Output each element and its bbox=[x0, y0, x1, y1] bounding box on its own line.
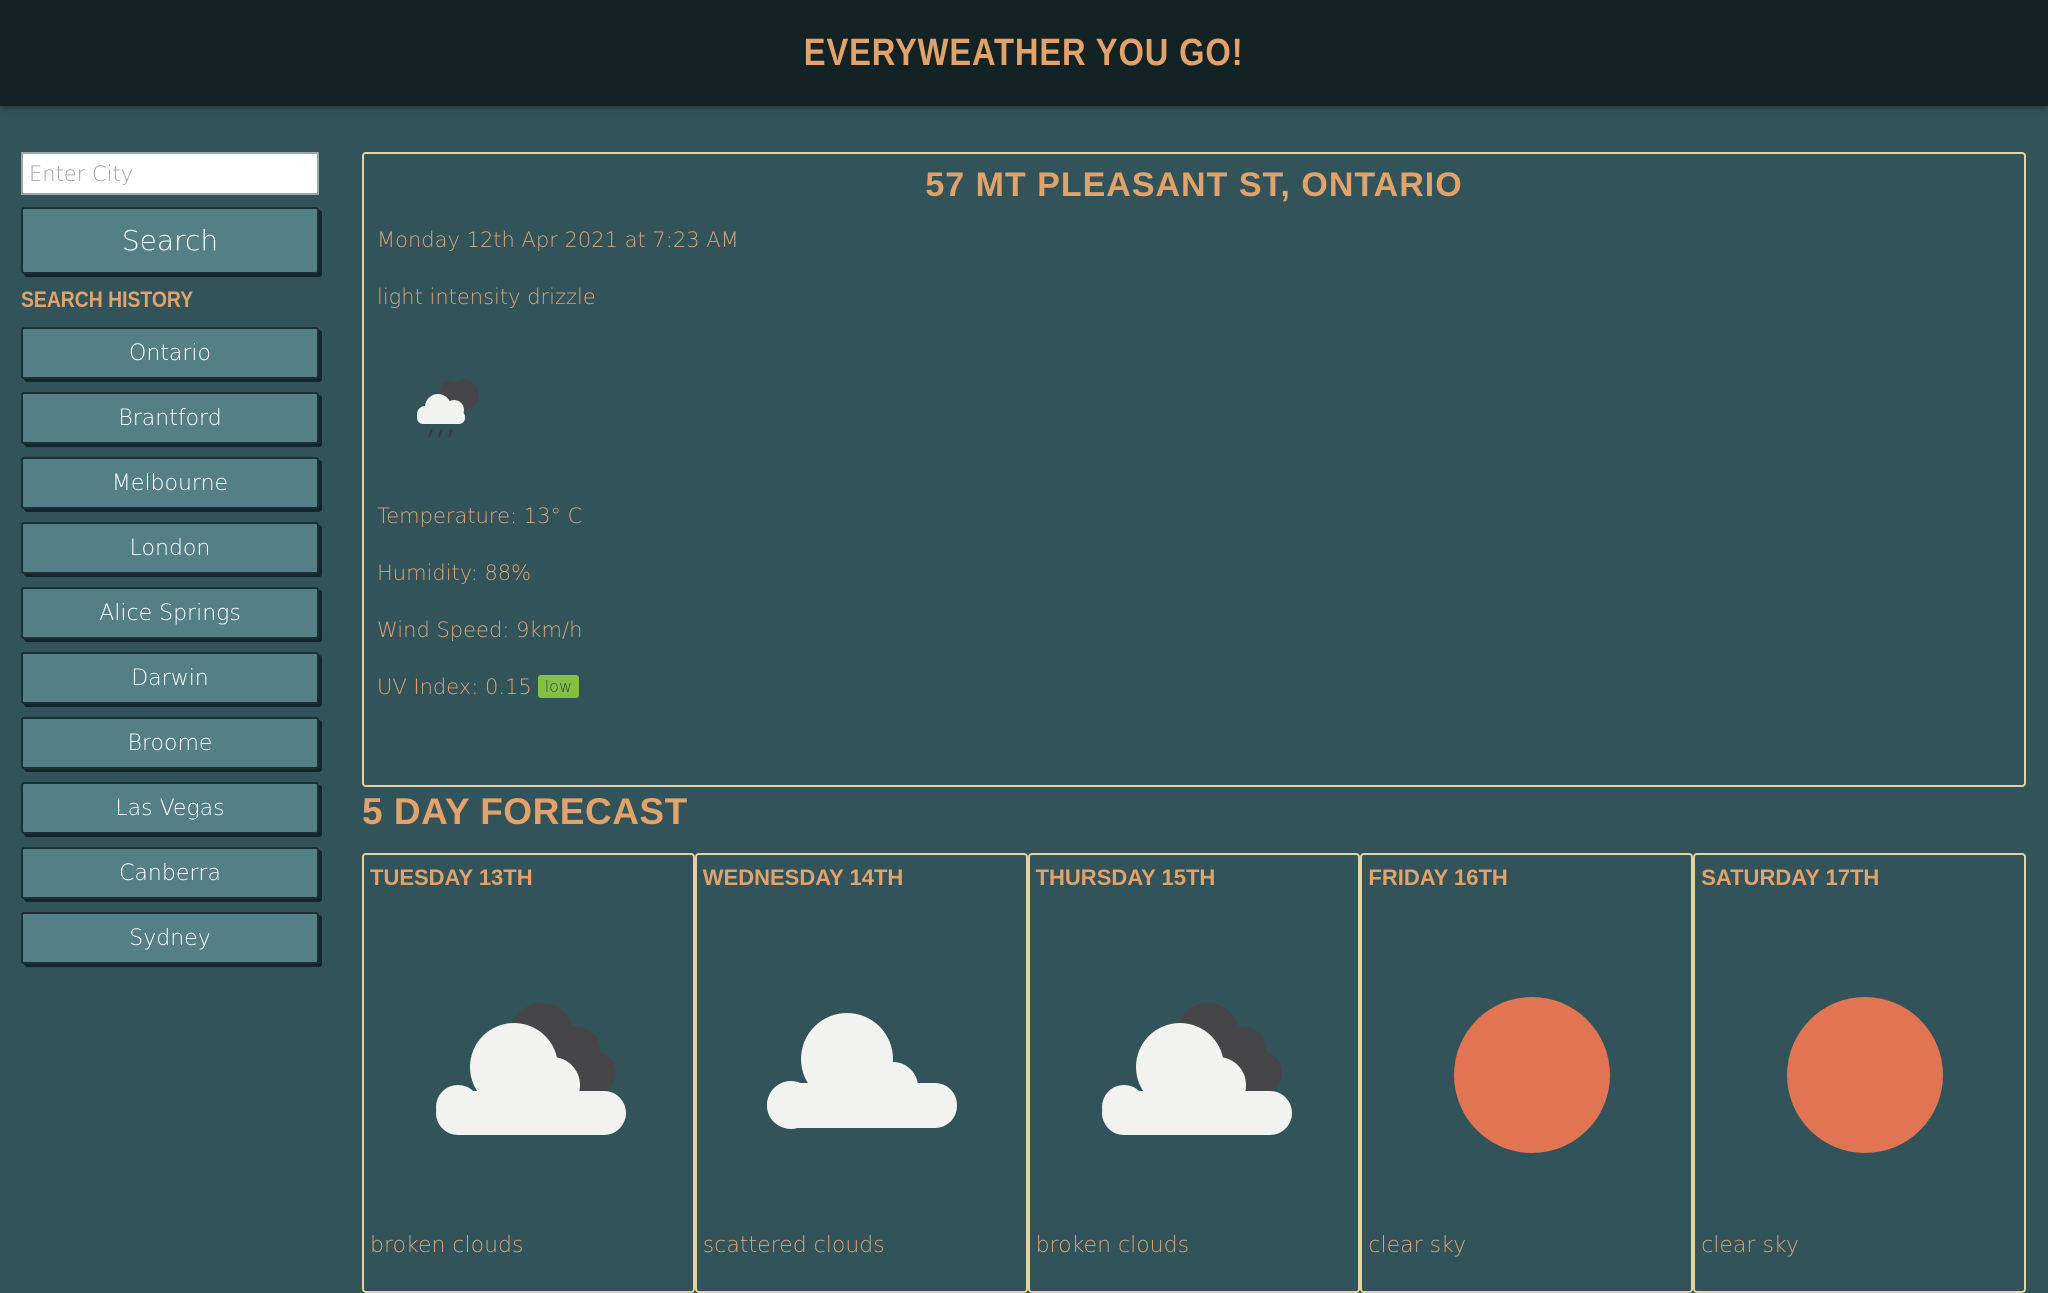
forecast-description: scattered clouds bbox=[702, 1233, 885, 1258]
broken-clouds-icon bbox=[1080, 995, 1320, 1159]
app-title: EVERYWEATHER YOU GO! bbox=[804, 31, 1244, 74]
history-item-sydney[interactable]: Sydney bbox=[21, 912, 319, 964]
history-item-ontario[interactable]: Ontario bbox=[21, 327, 319, 379]
forecast-description: broken clouds bbox=[370, 1233, 524, 1258]
current-temperature: Temperature: 13° C bbox=[377, 504, 583, 528]
cloud-drizzle-icon bbox=[404, 367, 494, 461]
forecast-description: clear sky bbox=[1701, 1233, 1799, 1258]
forecast-row: TUESDAY 13TH broken clouds WEDNESDAY 14T… bbox=[362, 853, 2026, 1293]
forecast-day: FRIDAY 16TH bbox=[1368, 865, 1508, 890]
app-header: EVERYWEATHER YOU GO! bbox=[0, 0, 2048, 106]
history-item-alice-springs[interactable]: Alice Springs bbox=[21, 587, 319, 639]
forecast-day: THURSDAY 15TH bbox=[1035, 865, 1216, 890]
current-datetime: Monday 12th Apr 2021 at 7:23 AM bbox=[377, 228, 739, 252]
history-item-broome[interactable]: Broome bbox=[21, 717, 319, 769]
forecast-description: clear sky bbox=[1368, 1233, 1467, 1258]
forecast-card: THURSDAY 15TH broken clouds bbox=[1027, 853, 1361, 1293]
forecast-title: 5 DAY FORECAST bbox=[362, 791, 688, 832]
search-button[interactable]: Search bbox=[21, 207, 319, 274]
current-description: light intensity drizzle bbox=[377, 285, 596, 309]
forecast-card: SATURDAY 17TH clear sky bbox=[1693, 853, 2026, 1293]
history-item-melbourne[interactable]: Melbourne bbox=[21, 457, 319, 509]
forecast-day: TUESDAY 13TH bbox=[370, 865, 533, 890]
history-item-london[interactable]: London bbox=[21, 522, 319, 574]
city-search-input[interactable] bbox=[21, 152, 319, 195]
search-history-list: Ontario Brantford Melbourne London Alice… bbox=[21, 327, 321, 964]
scattered-clouds-icon bbox=[747, 995, 987, 1159]
uv-index-value: UV Index: 0.15 bbox=[377, 675, 532, 699]
history-item-darwin[interactable]: Darwin bbox=[21, 652, 319, 704]
current-uv-index: UV Index: 0.15 low bbox=[377, 675, 580, 699]
current-weather-card: 57 MT PLEASANT ST, ONTARIO Monday 12th A… bbox=[362, 152, 2026, 787]
current-wind-speed: Wind Speed: 9km/h bbox=[377, 618, 583, 642]
clear-sky-icon bbox=[1412, 995, 1652, 1159]
uv-status-badge: low bbox=[537, 675, 580, 698]
forecast-day: SATURDAY 17TH bbox=[1701, 865, 1880, 890]
sidebar: Search SEARCH HISTORY Ontario Brantford … bbox=[21, 152, 321, 964]
clear-sky-icon bbox=[1745, 995, 1985, 1159]
current-humidity: Humidity: 88% bbox=[377, 561, 532, 585]
broken-clouds-icon bbox=[414, 995, 654, 1159]
search-history-title: SEARCH HISTORY bbox=[21, 287, 194, 312]
forecast-card: TUESDAY 13TH broken clouds bbox=[362, 853, 695, 1293]
forecast-card: FRIDAY 16TH clear sky bbox=[1360, 853, 1694, 1293]
forecast-description: broken clouds bbox=[1035, 1233, 1190, 1258]
forecast-card: WEDNESDAY 14TH scattered clouds bbox=[694, 853, 1028, 1293]
history-item-canberra[interactable]: Canberra bbox=[21, 847, 319, 899]
forecast-day: WEDNESDAY 14TH bbox=[702, 865, 904, 890]
current-city-title: 57 MT PLEASANT ST, ONTARIO bbox=[925, 166, 1463, 204]
history-item-brantford[interactable]: Brantford bbox=[21, 392, 319, 444]
history-item-las-vegas[interactable]: Las Vegas bbox=[21, 782, 319, 834]
